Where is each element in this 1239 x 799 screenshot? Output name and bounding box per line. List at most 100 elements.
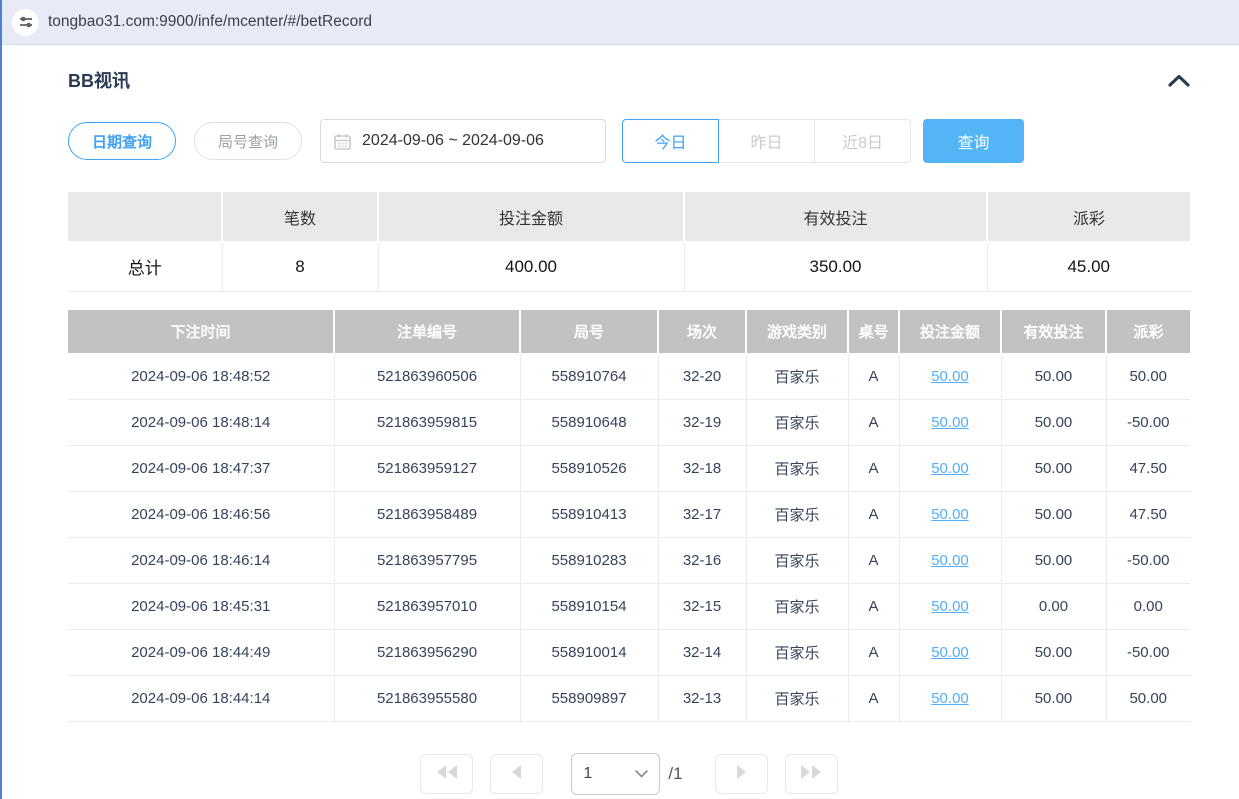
- quick-yesterday-button[interactable]: 昨日: [718, 119, 815, 163]
- bet-column-header-7: 有效投注: [1001, 310, 1106, 354]
- bet-amount-link[interactable]: 50.00: [931, 368, 969, 385]
- cell: 百家乐: [746, 584, 848, 630]
- site-settings-icon[interactable]: [12, 9, 39, 36]
- quick-last8days-button[interactable]: 近8日: [814, 119, 911, 163]
- cell: 521863958489: [334, 492, 520, 538]
- first-page-button[interactable]: [420, 754, 473, 794]
- cell: -50.00: [1106, 538, 1190, 584]
- cell: 50.00: [1001, 354, 1106, 400]
- cell: 2024-09-06 18:44:14: [68, 676, 334, 722]
- cell: 2024-09-06 18:46:14: [68, 538, 334, 584]
- table-row: 2024-09-06 18:46:14521863957795558910283…: [68, 538, 1190, 584]
- bet-amount-link[interactable]: 50.00: [931, 552, 969, 569]
- next-page-button[interactable]: [715, 754, 768, 794]
- cell: 百家乐: [746, 630, 848, 676]
- calendar-icon: [334, 133, 351, 150]
- cell: 558910014: [520, 630, 658, 676]
- cell: 2024-09-06 18:47:37: [68, 446, 334, 492]
- window-left-edge: [0, 0, 2, 799]
- tab-date-query[interactable]: 日期查询: [68, 122, 176, 160]
- bet-amount-link[interactable]: 50.00: [931, 690, 969, 707]
- cell-bet-amount: 50.00: [899, 584, 1001, 630]
- cell: 32-15: [658, 584, 746, 630]
- table-row: 2024-09-06 18:44:49521863956290558910014…: [68, 630, 1190, 676]
- arrow-right-icon: [736, 765, 747, 784]
- summary-header-payout: 派彩: [987, 192, 1190, 242]
- cell: A: [848, 446, 899, 492]
- cell: 2024-09-06 18:48:14: [68, 400, 334, 446]
- browser-address-bar[interactable]: tongbao31.com:9900/infe/mcenter/#/betRec…: [0, 0, 1239, 45]
- cell: 50.00: [1001, 538, 1106, 584]
- table-row: 2024-09-06 18:45:31521863957010558910154…: [68, 584, 1190, 630]
- cell: A: [848, 400, 899, 446]
- bet-record-panel: BB视讯 日期查询 局号查询 2024-09-06 ~ 2024: [0, 69, 1239, 795]
- bet-amount-link[interactable]: 50.00: [931, 460, 969, 477]
- cell: 0.00: [1001, 584, 1106, 630]
- summary-total-label: 总计: [68, 242, 222, 291]
- filter-toolbar: 日期查询 局号查询 2024-09-06 ~ 2024-09-06 今日 昨日 …: [68, 118, 1190, 164]
- cell-bet-amount: 50.00: [899, 354, 1001, 400]
- cell: A: [848, 492, 899, 538]
- summary-header-bet-amount: 投注金额: [378, 192, 684, 242]
- cell: 32-20: [658, 354, 746, 400]
- cell-bet-amount: 50.00: [899, 630, 1001, 676]
- cell-bet-amount: 50.00: [899, 538, 1001, 584]
- summary-header-empty: [68, 192, 222, 242]
- bet-table-body: 2024-09-06 18:48:52521863960506558910764…: [68, 354, 1190, 722]
- bet-amount-link[interactable]: 50.00: [931, 506, 969, 523]
- address-url[interactable]: tongbao31.com:9900/infe/mcenter/#/betRec…: [48, 13, 372, 31]
- cell: 521863957010: [334, 584, 520, 630]
- cell-bet-amount: 50.00: [899, 446, 1001, 492]
- cell: 百家乐: [746, 492, 848, 538]
- chevron-down-icon: [635, 765, 648, 783]
- cell: 558910648: [520, 400, 658, 446]
- cell: 50.00: [1106, 676, 1190, 722]
- cell: 32-13: [658, 676, 746, 722]
- summary-header-row: 笔数 投注金额 有效投注 派彩: [68, 192, 1190, 242]
- bet-amount-link[interactable]: 50.00: [931, 414, 969, 431]
- double-arrow-right-icon: [800, 765, 822, 784]
- cell: 558910764: [520, 354, 658, 400]
- bet-amount-link[interactable]: 50.00: [931, 644, 969, 661]
- double-arrow-left-icon: [436, 765, 458, 784]
- page-select[interactable]: 1: [571, 753, 660, 795]
- last-page-button[interactable]: [785, 754, 838, 794]
- cell: 32-18: [658, 446, 746, 492]
- prev-page-button[interactable]: [490, 754, 543, 794]
- summary-header-valid-bet: 有效投注: [684, 192, 987, 242]
- cell: 百家乐: [746, 538, 848, 584]
- date-range-input[interactable]: 2024-09-06 ~ 2024-09-06: [320, 119, 606, 163]
- summary-table: 笔数 投注金额 有效投注 派彩 总计 8 400.00 350.00 45.00: [68, 192, 1190, 292]
- summary-total-payout: 45.00: [987, 242, 1190, 291]
- bet-column-header-1: 注单编号: [334, 310, 520, 354]
- tab-round-query[interactable]: 局号查询: [194, 122, 302, 160]
- date-range-value: 2024-09-06 ~ 2024-09-06: [362, 132, 544, 150]
- cell: 50.00: [1001, 492, 1106, 538]
- summary-total-bet-amount: 400.00: [378, 242, 684, 291]
- chevron-up-icon[interactable]: [1168, 74, 1190, 87]
- bet-column-header-8: 派彩: [1106, 310, 1190, 354]
- cell: 558909897: [520, 676, 658, 722]
- page-select-value: 1: [583, 765, 592, 783]
- bet-amount-link[interactable]: 50.00: [931, 598, 969, 615]
- cell: 百家乐: [746, 676, 848, 722]
- cell: 521863960506: [334, 354, 520, 400]
- bet-column-header-0: 下注时间: [68, 310, 334, 354]
- cell: 0.00: [1106, 584, 1190, 630]
- table-row: 2024-09-06 18:48:14521863959815558910648…: [68, 400, 1190, 446]
- bet-column-header-4: 游戏类别: [746, 310, 848, 354]
- quick-today-button[interactable]: 今日: [622, 119, 719, 163]
- search-button[interactable]: 查询: [923, 119, 1024, 163]
- cell: A: [848, 538, 899, 584]
- page-total: /1: [668, 764, 682, 784]
- summary-total-row: 总计 8 400.00 350.00 45.00: [68, 242, 1190, 291]
- bet-record-table: 下注时间注单编号局号场次游戏类别桌号投注金额有效投注派彩 2024-09-06 …: [68, 310, 1190, 723]
- table-row: 2024-09-06 18:44:14521863955580558909897…: [68, 676, 1190, 722]
- pagination: 1 /1: [68, 753, 1190, 795]
- cell: 32-17: [658, 492, 746, 538]
- cell: 50.00: [1001, 676, 1106, 722]
- cell: 2024-09-06 18:44:49: [68, 630, 334, 676]
- cell: A: [848, 584, 899, 630]
- table-row: 2024-09-06 18:48:52521863960506558910764…: [68, 354, 1190, 400]
- cell: 32-16: [658, 538, 746, 584]
